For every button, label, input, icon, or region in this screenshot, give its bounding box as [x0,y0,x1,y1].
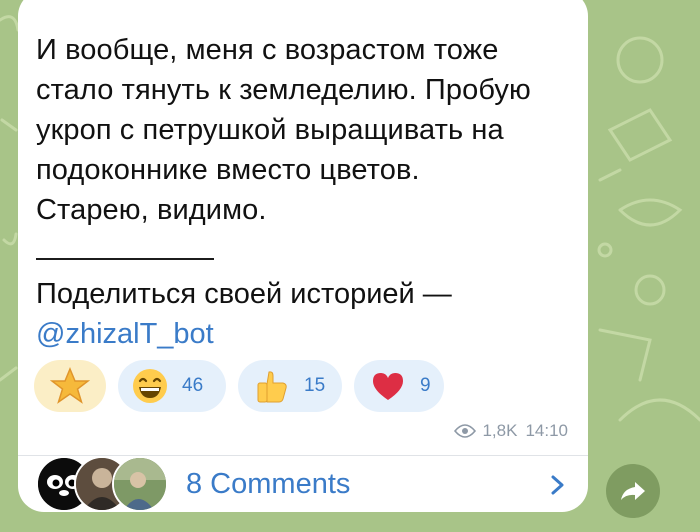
grinning-face-icon [133,369,167,403]
message-line: Старею, видимо. [36,194,267,226]
share-button[interactable] [606,464,660,518]
share-prompt: Поделиться своей историей — [36,278,452,310]
message-line: стало тянуть к земледелию. Пробую [36,74,531,106]
reaction-count: 46 [182,375,204,396]
comments-button[interactable]: 8 Comments [18,456,588,512]
views-count: 1,8K [482,421,518,440]
reaction-grinning[interactable]: 46 [118,360,226,412]
red-heart-icon [373,373,403,400]
share-arrow-icon [621,482,645,500]
message-meta: 1,8K 14:10 [454,421,568,441]
message-text: И вообще, меня с возрастом тоже стало тя… [36,30,576,230]
reaction-star[interactable] [34,360,106,412]
chevron-right-icon [551,475,564,495]
message-line: И вообще, меня с возрастом тоже [36,34,499,66]
person-avatar-icon [114,458,166,510]
message-separator [36,258,214,260]
reaction-thumbs-up[interactable]: 15 [238,360,342,412]
eye-icon [454,424,477,438]
comments-label: 8 Comments [186,468,351,500]
star-icon [50,367,90,404]
message-time: 14:10 [525,421,568,440]
reaction-count: 15 [304,375,326,396]
thumbs-up-icon [257,371,287,403]
bot-link[interactable]: @zhizalT_bot [36,314,214,354]
avatar [112,456,168,512]
reaction-count: 9 [420,375,431,396]
message-line: подоконнике вместо цветов. [36,154,420,186]
reaction-heart[interactable]: 9 [354,360,444,412]
message-line: укроп с петрушкой выращивать на [36,114,504,146]
